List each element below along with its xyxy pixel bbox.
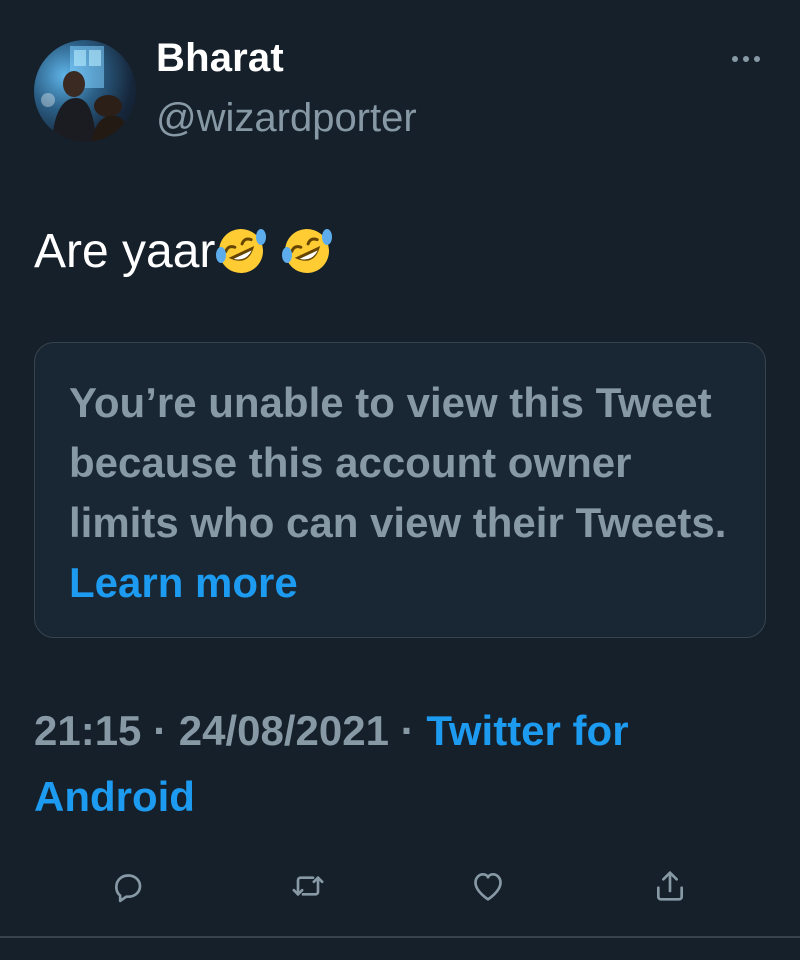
- more-options-button[interactable]: [726, 46, 766, 72]
- more-horizontal-icon: [732, 56, 760, 62]
- meta-separator: ·: [153, 707, 168, 754]
- tweet-time[interactable]: 21:15: [34, 707, 141, 754]
- author-handle[interactable]: @wizardporter: [156, 96, 417, 141]
- retweet-button[interactable]: [284, 862, 332, 910]
- share-button[interactable]: [646, 862, 694, 910]
- tweet-metadata: 21:15 · 24/08/2021 · Twitter for Android: [34, 698, 774, 830]
- quoted-tweet-unavailable-notice: You’re unable to view this Tweet because…: [34, 342, 766, 638]
- retweet-icon: [292, 876, 324, 896]
- tweet-text-content: Are yaar: [34, 225, 216, 278]
- divider: [0, 936, 800, 938]
- share-icon: [657, 871, 683, 901]
- rolling-on-the-floor-laughing-emoji: [281, 229, 332, 273]
- notice-text: You’re unable to view this Tweet because…: [69, 373, 735, 613]
- tweet-date[interactable]: 24/08/2021: [179, 707, 389, 754]
- reply-icon: [115, 874, 142, 903]
- learn-more-link[interactable]: Learn more: [69, 559, 298, 606]
- reply-button[interactable]: [104, 862, 152, 910]
- heart-icon: [474, 873, 502, 901]
- notice-message: You’re unable to view this Tweet because…: [69, 379, 727, 546]
- rolling-on-the-floor-laughing-emoji: [216, 229, 267, 273]
- tweet-action-bar: [0, 862, 800, 918]
- tweet-text: Are yaar: [34, 224, 333, 279]
- meta-separator: ·: [400, 707, 415, 754]
- like-button[interactable]: [464, 862, 512, 910]
- avatar[interactable]: [34, 40, 136, 142]
- author-display-name[interactable]: Bharat: [156, 36, 284, 81]
